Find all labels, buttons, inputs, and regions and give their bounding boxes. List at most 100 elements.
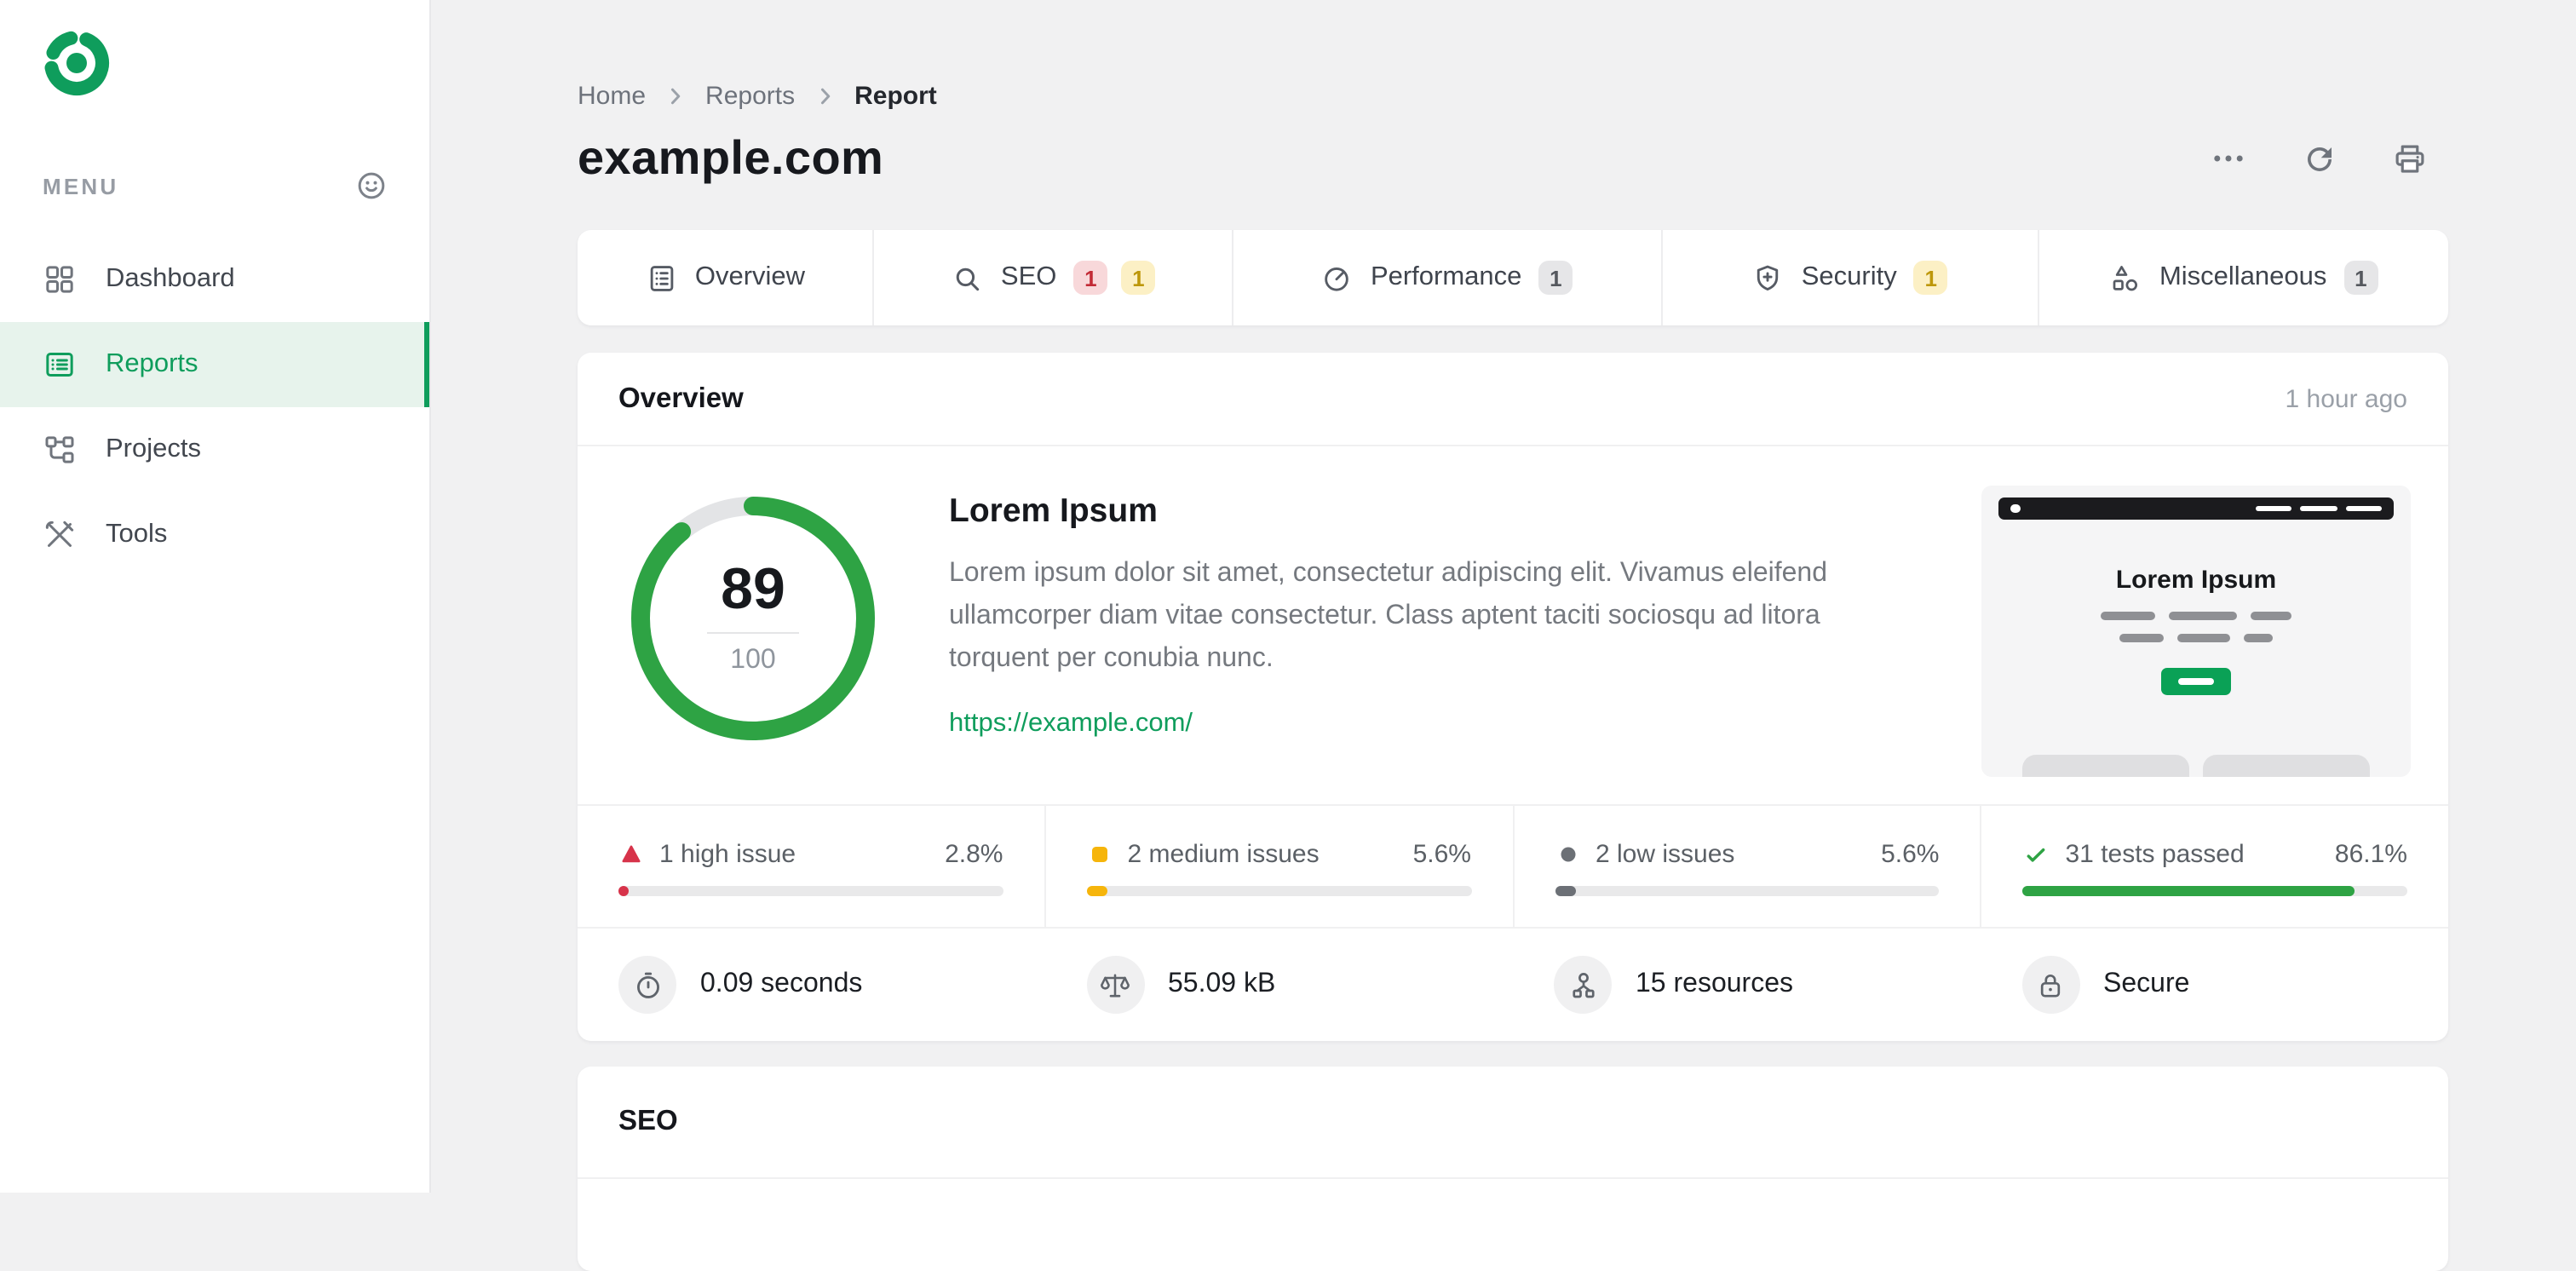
sidebar-item-label: Dashboard [106,264,235,293]
printer-icon [2395,144,2424,172]
overview-card: Overview 1 hour ago 89 100 Lorem Ipsum L… [578,353,2448,1041]
score-max: 100 [730,646,776,675]
tab-label: Performance [1370,262,1522,291]
circle-low-icon [1560,847,1575,862]
sidebar: MENU Dashboard Reports Projects Tools [0,0,431,1193]
stat-high-issues: 1 high issue 2.8% [578,806,1044,927]
stat-percent: 2.8% [945,840,1003,869]
menu-label: MENU [43,173,119,198]
stat-low-issues: 2 low issues 5.6% [1512,806,1981,927]
metric-load-time: 0.09 seconds [578,956,1045,1014]
stopwatch-icon [618,956,676,1014]
chevron-right-icon [820,88,830,105]
site-summary: Lorem Ipsum Lorem ipsum dolor sit amet, … [949,492,1913,740]
tab-seo[interactable]: SEO 1 1 [872,230,1232,325]
issues-badge: 1 [2343,261,2378,295]
seo-card: SEO [578,1067,2448,1271]
stat-medium-issues: 2 medium issues 5.6% [1044,806,1513,927]
metric-value: 0.09 seconds [700,969,863,998]
high-issues-badge: 1 [1073,261,1108,295]
stat-percent: 5.6% [1412,840,1471,869]
tab-label: Miscellaneous [2159,262,2327,291]
metric-security: Secure [1981,956,2448,1014]
ellipsis-icon [2214,155,2243,162]
page-title: example.com [578,131,884,184]
medium-issues-badge: 1 [1913,261,1948,295]
issues-badge: 1 [1538,261,1573,295]
tab-label: Overview [694,262,806,291]
square-medium-icon [1091,847,1107,862]
sidebar-nav: Dashboard Reports Projects Tools [0,237,429,578]
site-url-link[interactable]: https://example.com/ [949,710,1193,740]
chevron-right-icon [671,88,681,105]
thumbnail-button [2161,668,2231,695]
sidebar-item-label: Projects [106,434,201,463]
tab-performance[interactable]: Performance 1 [1232,230,1660,325]
feedback-face-icon[interactable] [354,169,388,203]
seo-section-title: SEO [618,1106,678,1136]
stat-label: 2 medium issues [1127,840,1320,869]
app-logo-icon [41,27,429,107]
tab-security[interactable]: Security 1 [1660,230,2038,325]
thumbnail-text-lines [1981,634,2411,642]
resources-icon [1554,956,1612,1014]
print-button[interactable] [2392,141,2428,176]
thumbnail-navbar [1998,497,2394,520]
metric-value: 55.09 kB [1168,969,1276,998]
score-divider [707,632,799,634]
triangle-high-icon [622,845,641,863]
check-icon [2027,847,2045,861]
breadcrumb-home[interactable]: Home [578,82,646,111]
stat-label: 1 high issue [659,840,796,869]
search-icon [957,267,980,290]
overview-section-title: Overview [618,382,744,413]
breadcrumb-reports[interactable]: Reports [705,82,795,111]
site-description: Lorem ipsum dolor sit amet, consectetur … [949,559,1828,673]
metrics-row: 0.09 seconds 55.09 kB 15 resources Secur… [578,927,2448,1041]
sidebar-item-reports[interactable]: Reports [0,322,429,407]
sidebar-item-label: Reports [106,349,198,378]
metric-value: 15 resources [1636,969,1793,998]
thumbnail-text-lines [1981,612,2411,620]
medium-issues-badge: 1 [1121,261,1156,295]
tools-icon [45,520,74,547]
app-window: MENU Dashboard Reports Projects Tools Ho… [0,0,2576,1271]
report-tabs: Overview SEO 1 1 Performance 1 Security … [578,230,2448,325]
sidebar-item-projects[interactable]: Projects [0,407,429,492]
stat-percent: 5.6% [1881,840,1940,869]
lock-icon [2021,956,2079,1014]
metric-resources: 15 resources [1513,956,1981,1014]
dashboard-grid-icon [46,266,73,293]
overview-report-icon [650,265,674,290]
tab-overview[interactable]: Overview [578,230,873,325]
thumbnail-title: Lorem Ipsum [2115,566,2277,595]
more-options-button[interactable] [2210,140,2247,177]
stat-percent: 86.1% [2334,840,2407,869]
site-thumbnail: Lorem Ipsum [1981,486,2411,777]
menu-header: MENU [43,169,388,203]
speedometer-icon [1325,267,1349,290]
sidebar-item-label: Tools [106,520,168,549]
shapes-icon [2113,265,2138,290]
shield-icon [1757,264,1779,290]
tab-miscellaneous[interactable]: Miscellaneous 1 [2038,230,2448,325]
site-title: Lorem Ipsum [949,492,1158,530]
stat-tests-passed: 31 tests passed 86.1% [1980,806,2449,927]
sidebar-item-dashboard[interactable]: Dashboard [0,237,429,322]
score-value: 89 [721,557,785,622]
tab-label: SEO [1000,262,1057,291]
refresh-button[interactable] [2302,141,2337,176]
issue-stats-row: 1 high issue 2.8% 2 medium issues 5.6% 2… [578,804,2448,927]
score-gauge: 89 100 [625,491,881,746]
metric-page-size: 55.09 kB [1045,956,1513,1014]
reports-list-icon [46,353,73,377]
breadcrumb-current: Report [854,82,937,111]
sidebar-item-tools[interactable]: Tools [0,492,429,578]
stat-label: 2 low issues [1596,840,1735,869]
report-timestamp: 1 hour ago [2285,384,2407,413]
projects-hierarchy-icon [45,436,74,463]
breadcrumb: Home Reports Report [578,82,2448,111]
scale-icon [1086,956,1144,1014]
main-area: Home Reports Report example.com Overview… [431,0,2576,1271]
thumbnail-content-blocks [2022,755,2370,777]
